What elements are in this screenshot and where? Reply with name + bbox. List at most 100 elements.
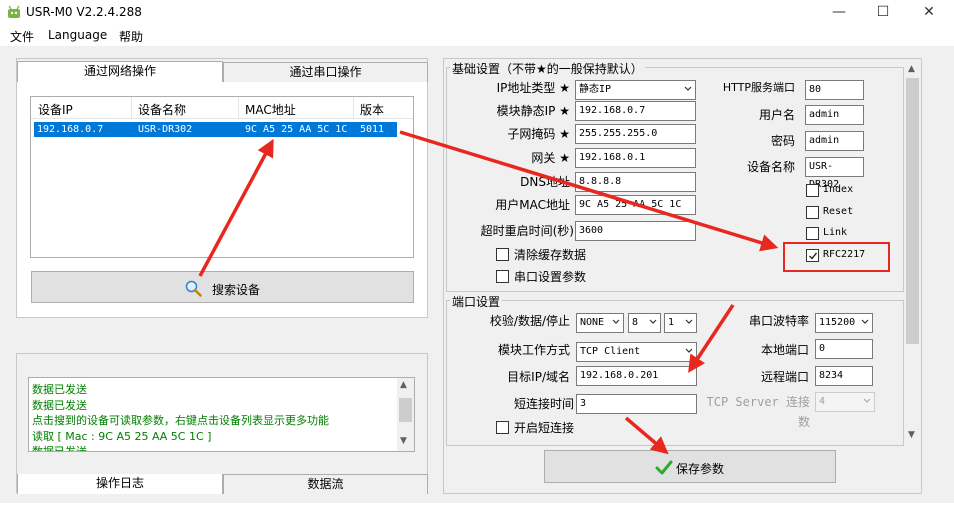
remote-port-label: 远程端口 <box>760 370 809 384</box>
link-checkbox[interactable] <box>806 227 819 240</box>
column-header-name[interactable]: 设备名称 <box>138 101 186 118</box>
tcp-server-conn-label: TCP Server 连接数 <box>706 395 810 429</box>
static-ip-label: 模块静态IP ★ <box>496 104 570 118</box>
short-conn-input[interactable]: 3 <box>576 394 697 414</box>
local-port-input[interactable]: 0 <box>815 339 873 359</box>
column-header-mac[interactable]: MAC地址 <box>245 101 296 118</box>
scroll-up-icon[interactable]: ▲ <box>908 64 915 74</box>
work-mode-select[interactable]: TCP Client <box>576 342 697 362</box>
save-params-label: 保存参数 <box>676 462 725 476</box>
short-conn-label: 短连接时间 <box>513 397 574 411</box>
clear-cache-checkbox[interactable] <box>496 248 509 261</box>
log-textarea[interactable]: 数据已发送 数据已发送 点击搜到的设备可读取参数，右键点击设备列表显示更多功能 … <box>28 377 415 452</box>
log-line: 读取 [ Mac : 9C A5 25 AA 5C 1C ] <box>32 429 212 443</box>
chevron-down-icon <box>863 398 871 403</box>
chevron-down-icon <box>612 319 620 324</box>
scroll-down-icon[interactable]: ▼ <box>400 436 407 446</box>
username-label: 用户名 <box>758 108 795 122</box>
device-list[interactable]: 设备IP 设备名称 MAC地址 版本 192.168.0.7 USR-DR302… <box>30 96 414 258</box>
baud-rate-select[interactable]: 115200 <box>815 313 873 333</box>
cell-mac: 9C A5 25 AA 5C 1C <box>245 124 348 135</box>
menu-file[interactable]: 文件 <box>10 28 34 45</box>
enable-short-conn-checkbox[interactable] <box>496 421 509 434</box>
settings-scrollbar[interactable]: ▲ ▼ <box>905 62 920 446</box>
cell-name: USR-DR302 <box>138 124 193 135</box>
dns-input[interactable]: 8.8.8.8 <box>575 172 696 192</box>
magnifier-icon <box>185 280 202 297</box>
serial-params-label: 串口设置参数 <box>514 270 587 284</box>
ip-type-label: IP地址类型 ★ <box>496 81 570 95</box>
password-input[interactable]: admin <box>805 131 864 151</box>
log-line: 数据已发送 <box>32 445 87 452</box>
cell-ip: 192.168.0.7 <box>37 124 104 135</box>
subnet-mask-input[interactable]: 255.255.255.0 <box>575 124 696 144</box>
chevron-down-icon <box>861 319 869 324</box>
gateway-input[interactable]: 192.168.0.1 <box>575 148 696 168</box>
target-ip-input[interactable]: 192.168.0.201 <box>576 366 697 386</box>
http-port-label: HTTP服务端口 <box>722 81 795 94</box>
basic-settings-title: 基础设置（不带★的一般保持默认） <box>450 60 645 77</box>
baud-rate-value: 115200 <box>819 317 856 328</box>
reset-checkbox[interactable] <box>806 206 819 219</box>
close-button[interactable]: ✕ <box>906 0 952 26</box>
search-devices-button[interactable]: 搜索设备 <box>31 271 414 303</box>
data-bits-select[interactable]: 8 <box>628 313 661 333</box>
tcp-server-conn-select[interactable]: 4 <box>815 392 875 412</box>
log-scrollbar[interactable]: ▲ ▼ <box>397 378 414 451</box>
tab-operation-log[interactable]: 操作日志 <box>17 474 223 494</box>
search-devices-label: 搜索设备 <box>212 283 261 297</box>
serial-params-checkbox[interactable] <box>496 270 509 283</box>
column-header-version[interactable]: 版本 <box>360 101 384 118</box>
chevron-down-icon <box>684 86 692 91</box>
index-label: Index <box>823 184 854 195</box>
user-mac-input[interactable]: 9C A5 25 AA 5C 1C <box>575 195 696 215</box>
parity-value: NONE <box>580 317 605 328</box>
device-name-input[interactable]: USR-DR302 <box>805 157 864 190</box>
http-port-input[interactable]: 80 <box>805 80 864 100</box>
timeout-restart-label: 超时重启时间(秒) <box>480 224 574 238</box>
static-ip-input[interactable]: 192.168.0.7 <box>575 101 696 121</box>
menu-help[interactable]: 帮助 <box>119 28 143 45</box>
column-divider <box>131 97 132 119</box>
window-title: USR-M0 V2.2.4.288 <box>26 5 142 19</box>
table-row[interactable]: 192.168.0.7 USR-DR302 9C A5 25 AA 5C 1C … <box>34 122 397 137</box>
tab-data-stream[interactable]: 数据流 <box>223 474 428 494</box>
timeout-restart-input[interactable]: 3600 <box>575 221 696 241</box>
minimize-button[interactable]: — <box>816 0 862 26</box>
device-list-header: 设备IP 设备名称 MAC地址 版本 <box>31 97 413 119</box>
stop-bits-select[interactable]: 1 <box>664 313 697 333</box>
log-line: 点击搜到的设备可读取参数，右键点击设备列表显示更多功能 <box>32 414 329 427</box>
enable-short-conn-label: 开启短连接 <box>514 421 575 435</box>
menu-language[interactable]: Language <box>48 28 107 42</box>
local-port-label: 本地端口 <box>760 343 809 357</box>
reset-label: Reset <box>823 206 854 217</box>
log-scroll-thumb[interactable] <box>399 398 412 422</box>
link-label: Link <box>823 227 848 238</box>
port-settings-title: 端口设置 <box>450 293 503 310</box>
scroll-down-icon[interactable]: ▼ <box>908 430 915 440</box>
ip-type-select[interactable]: 静态IP <box>575 80 696 100</box>
data-bits-value: 8 <box>632 317 639 328</box>
baud-rate-label: 串口波特率 <box>748 314 809 328</box>
column-divider <box>238 97 239 119</box>
tab-serial[interactable]: 通过串口操作 <box>223 62 428 82</box>
status-strip <box>0 503 954 523</box>
index-checkbox[interactable] <box>806 184 819 197</box>
column-header-ip[interactable]: 设备IP <box>38 101 73 118</box>
cell-version: 5011 <box>360 124 385 135</box>
username-input[interactable]: admin <box>805 105 864 125</box>
gateway-label: 网关 ★ <box>531 151 570 165</box>
save-params-button[interactable]: 保存参数 <box>544 450 836 483</box>
remote-port-input[interactable]: 8234 <box>815 366 873 386</box>
title-bar: USR-M0 V2.2.4.288 — ☐ ✕ <box>0 0 954 26</box>
work-mode-label: 模块工作方式 <box>497 343 570 357</box>
column-divider <box>353 97 354 119</box>
tab-network[interactable]: 通过网络操作 <box>17 61 223 82</box>
rfc2217-highlight-box <box>783 242 890 272</box>
scroll-up-icon[interactable]: ▲ <box>400 380 407 390</box>
maximize-button[interactable]: ☐ <box>860 0 906 26</box>
user-mac-label: 用户MAC地址 <box>495 198 570 212</box>
settings-scroll-thumb[interactable] <box>906 78 919 344</box>
parity-select[interactable]: NONE <box>576 313 624 333</box>
log-line: 数据已发送 <box>32 398 87 412</box>
